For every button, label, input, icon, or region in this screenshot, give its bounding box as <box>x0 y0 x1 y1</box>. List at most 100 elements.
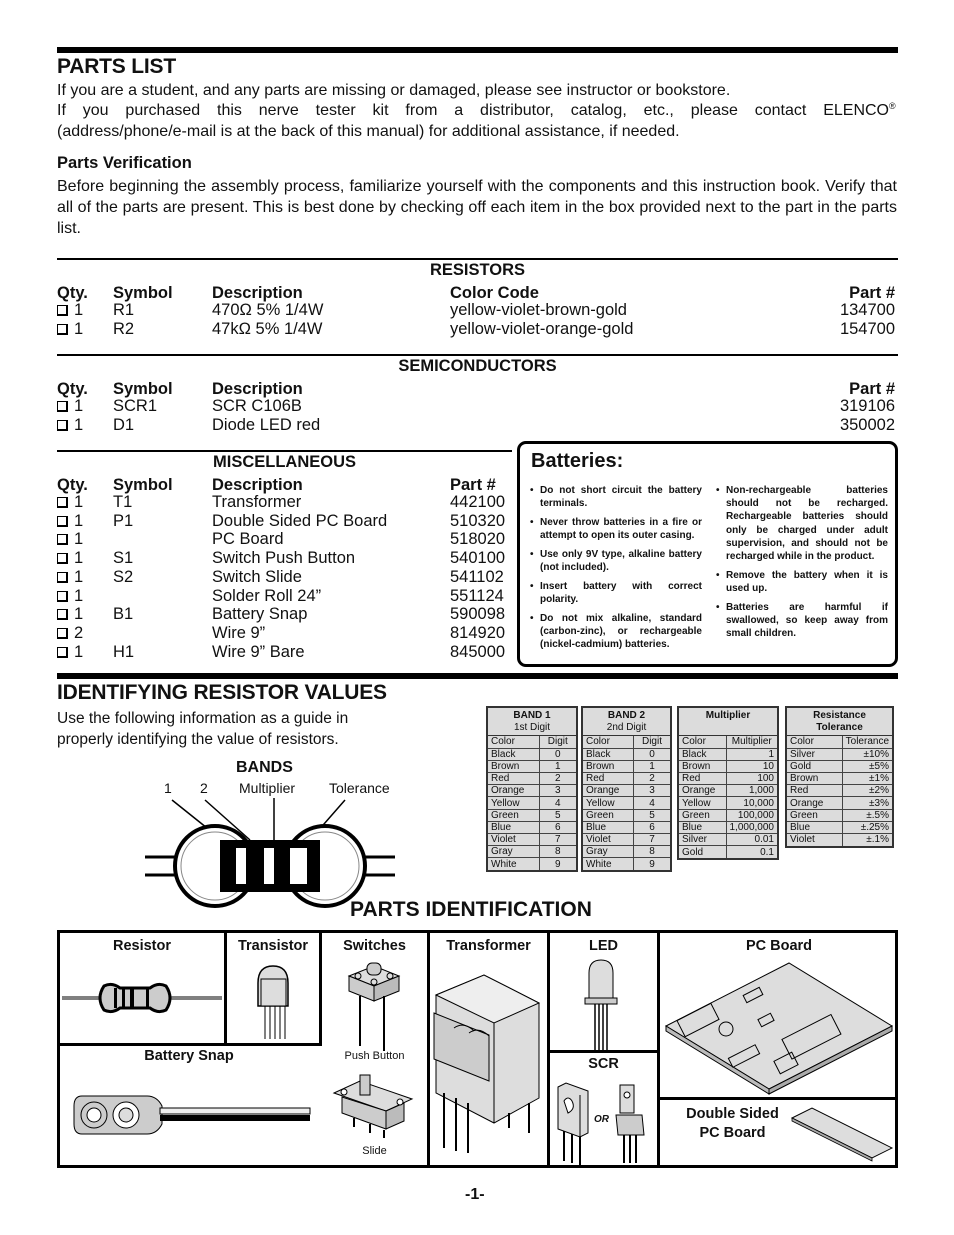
description-cell: 470Ω 5% 1/4W <box>212 301 324 319</box>
color-name-cell: Orange <box>488 784 540 798</box>
symbol-cell: S1 <box>113 549 134 568</box>
color-value-cell: 6 <box>538 820 576 835</box>
miscellaneous-rule <box>57 450 512 452</box>
led-icon <box>584 959 618 1050</box>
checkbox[interactable] <box>57 534 68 546</box>
color-table-row: Gold ±5% <box>787 759 892 774</box>
bands-title: BANDS <box>236 759 293 776</box>
double-sided-label-line1: Double Sided <box>686 1106 779 1122</box>
switches-cell: Switches Push Button Slide <box>322 933 430 1165</box>
resistor-label: Resistor <box>112 938 172 954</box>
scr-cell: SCR OR <box>550 1053 660 1165</box>
part-cell: 551124 <box>450 586 504 605</box>
symbol-cell: S2 <box>113 567 134 586</box>
symbol-cell: T1 <box>113 493 133 511</box>
checkbox[interactable] <box>57 590 68 602</box>
parts-row: 1 R1 470Ω 5% 1/4W yellow-violet-brown-gold 1… <box>57 301 895 320</box>
color-value-cell: ±3% <box>841 796 892 810</box>
color-value-cell: 10,000 <box>725 796 777 810</box>
pc-board-icon <box>664 962 894 1095</box>
checkbox[interactable] <box>57 515 68 527</box>
color-table-row: Red 100 <box>679 772 777 786</box>
symbol-cell: B1 <box>113 605 134 624</box>
color-table-row: Gray 8 <box>583 845 670 859</box>
color-table-row: Blue 1,000,000 <box>679 820 777 835</box>
color-table-row: Orange 3 <box>583 784 670 798</box>
color-col-header: Color <box>787 736 843 749</box>
checkbox[interactable] <box>57 609 68 621</box>
color-table-row: Violet 7 <box>488 832 576 847</box>
checkbox[interactable] <box>57 553 68 565</box>
color-table-row: Brown 1 <box>583 759 670 774</box>
description-cell: Wire 9” Bare <box>212 642 305 661</box>
checkbox[interactable] <box>57 627 68 639</box>
parts-list-title: PARTS LIST <box>57 55 176 78</box>
color-name-cell: Blue <box>679 820 727 835</box>
color-value-cell: 0.1 <box>725 845 777 858</box>
color-name-cell: Green <box>583 808 634 822</box>
band-label-1: 1 <box>164 780 172 796</box>
color-value-cell: 6 <box>632 820 670 835</box>
color-table-row: Violet 7 <box>583 832 670 847</box>
symbol-cell: P1 <box>113 511 134 530</box>
push-button-label: Push Button <box>344 1050 405 1062</box>
color-name-cell: Orange <box>679 784 727 798</box>
battery-warning-item: Non-rechargeable batteries should not be… <box>716 484 888 563</box>
description-cell: Switch Slide <box>212 567 302 586</box>
color-value-cell: 3 <box>538 784 576 798</box>
checkbox[interactable] <box>57 323 68 335</box>
color-value-cell: 1 <box>725 747 777 761</box>
battery-warning-item: Do not mix alkaline, standard (carbon-zi… <box>530 612 702 652</box>
color-name-cell: Red <box>787 784 843 798</box>
qty-value: 1 <box>74 319 84 338</box>
identifying-title: IDENTIFYING RESISTOR VALUES <box>57 681 387 704</box>
color-name-cell: Green <box>679 808 727 822</box>
color-table-row: Green 5 <box>488 808 576 822</box>
color-table-grid: Color Multiplier Black 1 Brown 10 Red 100 Orange… <box>679 736 777 858</box>
color-col-header: Color <box>488 736 540 749</box>
parts-row: 1 T1 Transformer 442100 <box>57 493 509 512</box>
color-table-subtitle: 2nd Digit <box>606 722 647 733</box>
color-name-cell: Yellow <box>679 796 727 810</box>
intro-line-2: If you purchased this nerve tester kit f… <box>57 101 889 122</box>
description-cell: Battery Snap <box>212 605 308 624</box>
double-sided-pc-board-cell: Double Sided PC Board <box>660 1100 898 1165</box>
color-name-cell: Brown <box>787 772 843 786</box>
color-value-cell: 9 <box>632 857 670 871</box>
band-label-tolerance: Tolerance <box>329 780 390 796</box>
tolerance-table: Resistance Tolerance Color Tolerance Silver ±… <box>785 706 894 848</box>
color-table-subtitle: 1st Digit <box>513 722 551 733</box>
part-cell: 154700 <box>839 319 895 338</box>
push-button-switch-icon <box>347 962 401 1051</box>
scr-label: SCR <box>588 1056 619 1072</box>
color-table-title-text: Resistance <box>813 710 866 721</box>
part-cell: 350002 <box>839 415 895 434</box>
color-name-cell: Gray <box>488 845 540 859</box>
color-value-cell: 1,000 <box>725 784 777 798</box>
battery-snap-icon <box>73 1095 311 1135</box>
color-table-row: Orange ±3% <box>787 796 892 810</box>
color-table-row: Orange 3 <box>488 784 576 798</box>
color-value-cell: 5 <box>632 808 670 822</box>
color-value-cell: 10 <box>725 759 777 774</box>
checkbox[interactable] <box>57 571 68 583</box>
checkbox[interactable] <box>57 401 68 412</box>
checkbox[interactable] <box>57 646 68 658</box>
color-value-cell: ±10% <box>841 747 892 761</box>
color-table-title: BAND 1 1st Digit <box>488 708 576 736</box>
pc-board-cell: PC Board <box>660 933 898 1100</box>
parts-identification-title: PARTS IDENTIFICATION <box>350 898 592 921</box>
color-table-row: Brown 1 <box>488 759 576 774</box>
description-cell: Wire 9” <box>212 623 266 642</box>
color-value-cell: 1,000,000 <box>725 820 777 835</box>
checkbox[interactable] <box>57 497 68 508</box>
color-value-cell: ±1% <box>841 772 892 786</box>
color-table-row: Gold 0.1 <box>679 845 777 858</box>
multiplier-table: Multiplier Color Multiplier Black 1 Brown 10 Re… <box>677 706 779 860</box>
identifying-text: Use the following information as a guide… <box>57 710 349 748</box>
checkbox[interactable] <box>57 419 68 431</box>
symbol-cell: SCR1 <box>113 397 158 415</box>
switches-label: Switches <box>343 938 406 954</box>
parts-row: 1 H1 Wire 9” Bare 845000 <box>57 643 509 662</box>
checkbox[interactable] <box>57 305 68 316</box>
